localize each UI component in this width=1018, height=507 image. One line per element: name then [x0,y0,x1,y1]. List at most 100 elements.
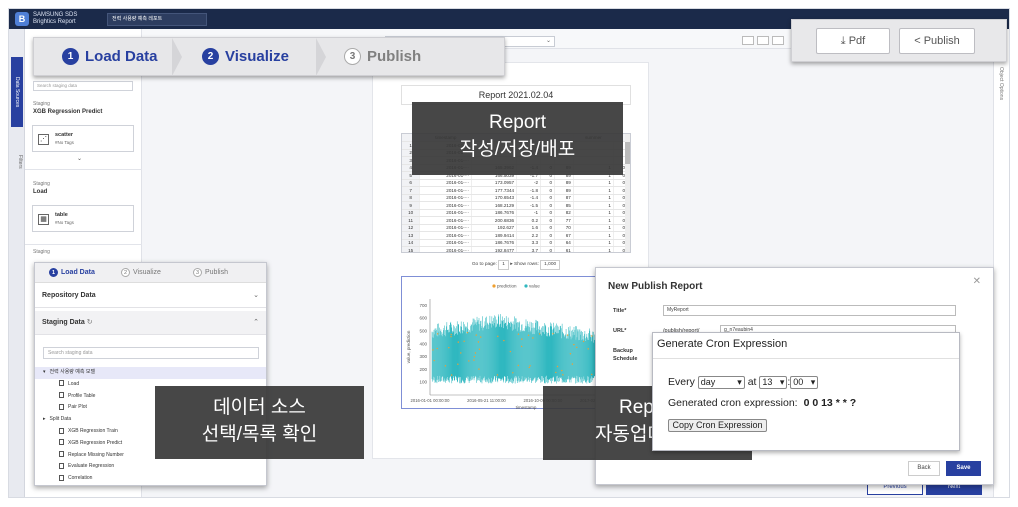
table-row[interactable]: 15 2016-01-··· 192.8477 3.7 0 61 1 0 [402,246,629,252]
table-cell: 85 [554,201,574,210]
table-row[interactable]: 14 2016-01-··· 186.7676 3.3 0 64 1 0 [402,239,629,247]
panel-step-load-data[interactable]: 1 Load Data [49,268,95,277]
tab-filters[interactable]: Filters [11,147,23,177]
panel-step-visualize[interactable]: 2 Visualize [121,268,161,277]
staging-card-scatter[interactable]: ⋰ scatter #No Tags [32,125,134,152]
data-point-prediction [448,346,450,349]
table-cell: 186.7676 [471,239,518,247]
rows-select[interactable]: 1,000 [540,260,561,270]
tree-item[interactable]: ▾ 전력 사용량 예측 모델 [35,367,266,379]
data-point-prediction [496,374,499,376]
staging-data-search-input[interactable]: Search staging data [43,347,259,359]
right-rail: Object Options [993,29,1009,497]
line-chart-icon[interactable] [742,36,754,45]
object-options-tab[interactable]: Object Options [998,67,1004,100]
table-cell: 2016-01-··· [419,209,473,217]
url-label: URL* [613,328,627,334]
title-label: Title* [613,308,627,314]
table-row[interactable]: 10 2016-01-··· 186.7676 -1 0 82 1 0 [402,209,629,217]
overlay-report-top: Report 작성/저장/배포 [412,102,623,175]
publish-dialog-title: New Publish Report [608,281,703,292]
table-scrollbar[interactable] [625,134,630,252]
step-publish[interactable]: 3 Publish [344,47,421,67]
table-cell: 3.3 [516,239,542,247]
copy-cron-button[interactable]: Copy Cron Expression [668,419,767,432]
step-label: Visualize [225,48,289,65]
cron-dialog: Generate Cron Expression Every day ▾ at … [652,332,960,451]
save-button[interactable]: Save [946,461,981,476]
staging-card-table[interactable]: ▦ table #No Tags [32,205,134,232]
table-cell: 1 [573,231,614,240]
data-point-prediction [587,348,589,350]
pdf-button[interactable]: ⤓ Pdf [816,28,890,54]
step-number: 1 [62,48,79,65]
page-input[interactable]: 1 [498,260,509,270]
data-point-prediction [478,348,481,350]
data-point-prediction [512,372,514,374]
table-row[interactable]: 9 2016-01-··· 168.2129 -1.5 0 85 1 0 [402,201,629,210]
table-cell: 1.6 [516,224,542,232]
table-row[interactable]: 7 2016-01-··· 177.7344 -1.8 0 89 1 0 [402,186,629,195]
caret-right-icon[interactable]: ▸ [43,416,46,422]
data-point-prediction [433,359,435,362]
table-cell: 168.2129 [471,201,518,210]
scatter-chart-icon[interactable] [772,36,784,45]
hour-select[interactable]: 13 ▾ [759,375,788,389]
step-load-data[interactable]: 1 Load Data [62,47,158,67]
table-cell: 173.0957 [471,179,518,187]
data-point-prediction [444,365,447,367]
title-input[interactable]: MyReport [663,305,956,316]
table-cell: 0 [540,216,556,225]
unit-select[interactable]: day ▾ [697,375,745,389]
data-point-prediction [432,349,434,351]
card-title: scatter [55,132,74,138]
project-name-field[interactable]: 전력 사용량 예측 레포트 [107,13,207,26]
table-cell: 0 [540,239,556,247]
data-point-prediction [532,337,534,339]
chevron-down-icon[interactable]: ⌄ [77,155,82,162]
file-icon [59,427,64,434]
tab-data-sources[interactable]: Data Sources [11,57,23,127]
table-row[interactable]: 13 2016-01-··· 189.9414 2.2 0 67 1 0 [402,231,629,240]
file-icon [59,380,64,387]
table-row[interactable]: 12 2016-01-··· 192.627 1.6 0 70 1 0 [402,224,629,232]
caret-down-icon[interactable]: ▾ [43,369,46,375]
panel-step-publish[interactable]: 3 Publish [193,268,228,277]
table-cell: 8 [402,194,421,202]
next-page-icon[interactable]: ▸ [510,262,512,267]
table-cell: 186.7676 [471,209,518,217]
staging-data-section[interactable]: Staging Data ↻ ⌃ [35,311,266,335]
table-cell: 64 [554,239,574,247]
area-chart-icon[interactable] [757,36,769,45]
pager-go-label: Go to page: [471,262,497,267]
publish-button[interactable]: < Publish [899,28,975,54]
chevron-down-icon: ⌄ [545,38,551,44]
step-visualize[interactable]: 2 Visualize [202,47,289,67]
tree-item-label: Pair Plot [68,404,87,411]
table-cell: 1 [573,209,614,217]
table-cell: 9 [402,201,421,210]
table-cell: 14 [402,239,421,247]
data-point-prediction [474,352,477,354]
table-row[interactable]: 6 2016-01-··· 173.0957 -2 0 89 1 0 [402,179,629,187]
staging-search-input[interactable]: Search staging data [33,81,133,91]
schedule-label: Schedule [613,356,638,362]
repository-data-section[interactable]: Repository Data ⌄ [35,284,266,308]
table-cell: 2016-01-··· [419,179,473,187]
tree-item[interactable]: Evaluate Regression [35,461,266,473]
data-point-prediction [591,373,593,376]
table-row[interactable]: 8 2016-01-··· 170.6543 -1.4 0 87 1 0 [402,194,629,202]
close-icon[interactable]: ✕ [973,276,981,287]
data-point-prediction [521,338,523,340]
tree-item[interactable]: Correlation [35,473,266,485]
back-button[interactable]: Back [908,461,940,476]
generated-label: Generated cron expression: [668,397,798,409]
staging-title: XGB Regression Predict [33,109,103,115]
unit-value: day [700,376,716,387]
table-cell: -2 [516,179,542,187]
table-cell: 0 [540,209,556,217]
minute-select[interactable]: 00 ▾ [790,375,819,389]
table-row[interactable]: 11 2016-01-··· 200.6836 0.2 0 77 1 0 [402,216,629,225]
minute-value: 00 [793,376,804,387]
refresh-icon[interactable]: ↻ [87,319,93,326]
